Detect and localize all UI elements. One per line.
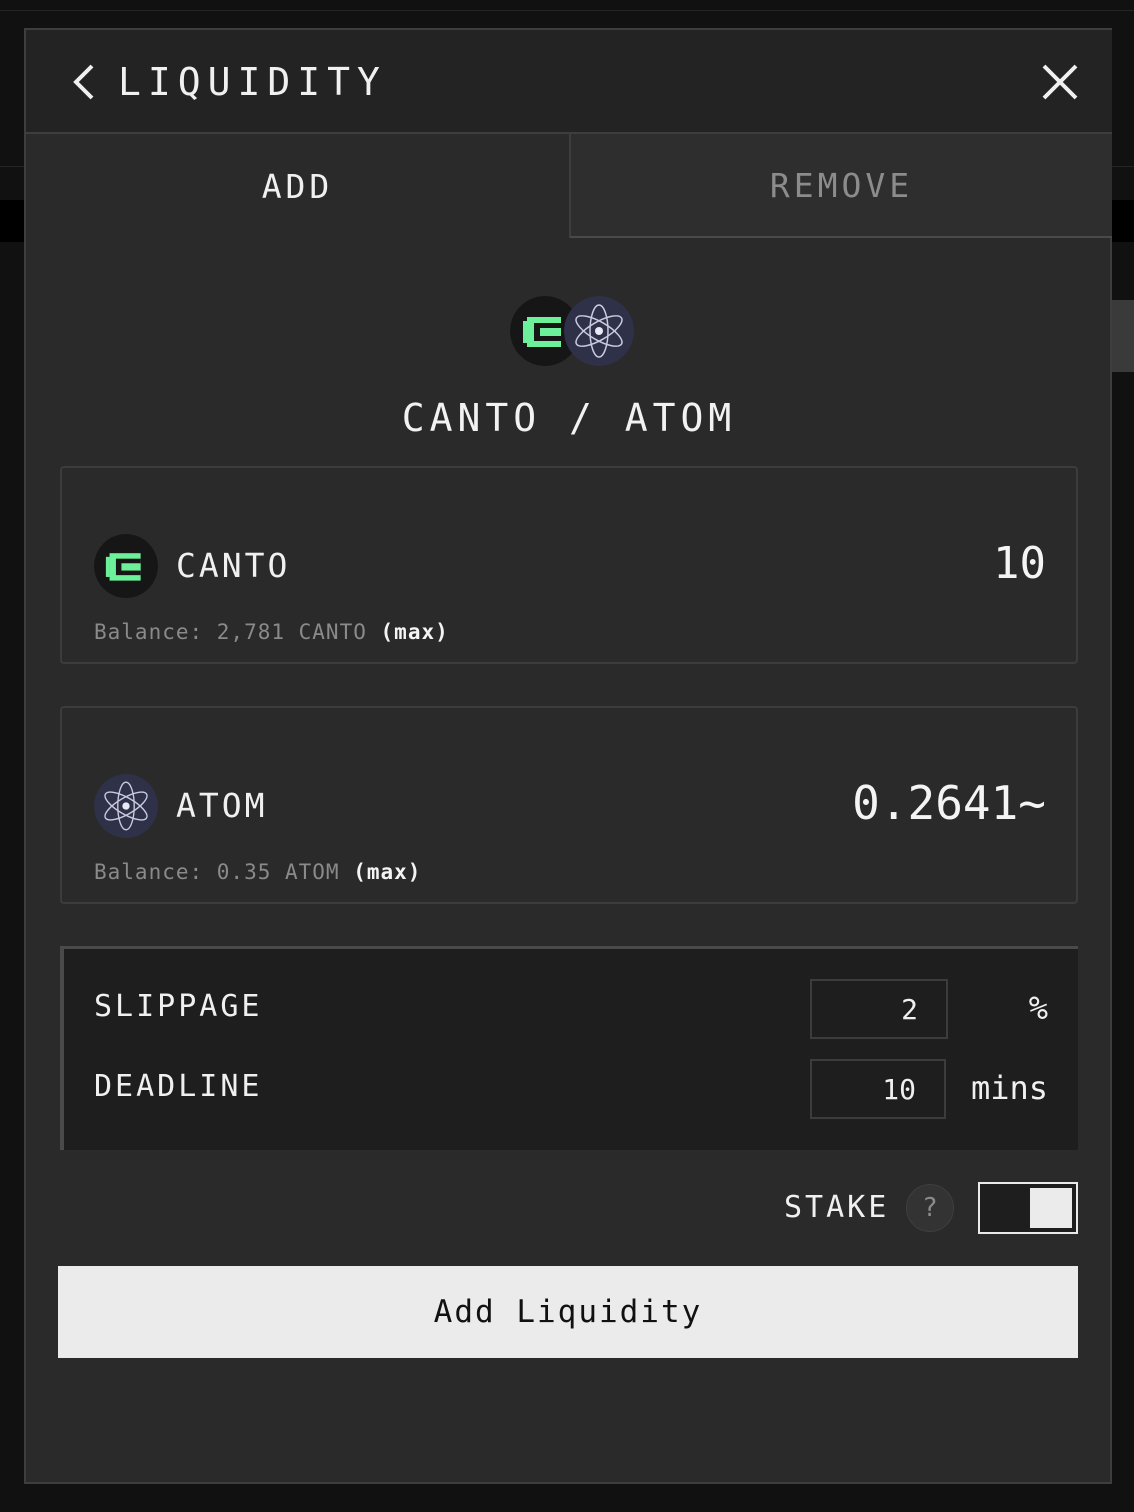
settings-panel: SLIPPAGE 2 % DEADLINE 10 mins xyxy=(60,946,1078,1150)
canto-amount-input[interactable]: 10 xyxy=(993,538,1046,589)
token-input-canto: CANTO 10 Balance: 2,781 CANTO (max) xyxy=(60,466,1078,664)
background-divider xyxy=(0,10,1134,11)
slippage-input[interactable]: 2 xyxy=(810,979,948,1039)
token-input-atom: ATOM 0.2641~ Balance: 0.35 ATOM (max) xyxy=(60,706,1078,904)
atom-coin-icon xyxy=(94,774,158,838)
modal-title: LIQUIDITY xyxy=(118,60,387,104)
token-symbol: CANTO xyxy=(176,546,291,585)
deadline-label: DEADLINE xyxy=(94,1069,263,1104)
deadline-input[interactable]: 10 xyxy=(810,1059,946,1119)
max-button[interactable]: (max) xyxy=(353,860,421,884)
slippage-label: SLIPPAGE xyxy=(94,989,263,1024)
chevron-left-icon xyxy=(73,64,94,100)
balance-text: Balance: 0.35 ATOM xyxy=(94,860,340,884)
token-balance: Balance: 2,781 CANTO (max) xyxy=(94,620,449,644)
max-button[interactable]: (max) xyxy=(381,620,449,644)
help-icon[interactable]: ? xyxy=(906,1184,954,1232)
pair-icons xyxy=(510,296,634,366)
tab-remove[interactable]: REMOVE xyxy=(569,134,1112,238)
toggle-knob xyxy=(1030,1188,1072,1228)
token-symbol: ATOM xyxy=(176,786,268,825)
slippage-unit: % xyxy=(1028,989,1048,1027)
background-scrollbar xyxy=(1112,300,1134,372)
deadline-unit: mins xyxy=(970,1069,1048,1107)
atom-amount-input[interactable]: 0.2641~ xyxy=(852,776,1046,830)
tab-add[interactable]: ADD xyxy=(26,134,569,238)
add-liquidity-button[interactable]: Add Liquidity xyxy=(58,1266,1078,1358)
stake-label: STAKE xyxy=(784,1190,890,1225)
stake-toggle[interactable] xyxy=(978,1182,1078,1234)
pair-name: CANTO / ATOM xyxy=(401,396,737,440)
back-button[interactable]: LIQUIDITY xyxy=(70,60,400,104)
atom-coin-icon xyxy=(564,296,634,366)
token-balance: Balance: 0.35 ATOM (max) xyxy=(94,860,421,884)
modal-header: LIQUIDITY xyxy=(26,30,1112,134)
liquidity-modal: LIQUIDITY ADD REMOVE CANTO / ATOM CANTO … xyxy=(24,28,1112,1484)
close-icon[interactable] xyxy=(1038,60,1082,104)
canto-coin-icon xyxy=(94,534,158,598)
balance-text: Balance: 2,781 CANTO xyxy=(94,620,367,644)
